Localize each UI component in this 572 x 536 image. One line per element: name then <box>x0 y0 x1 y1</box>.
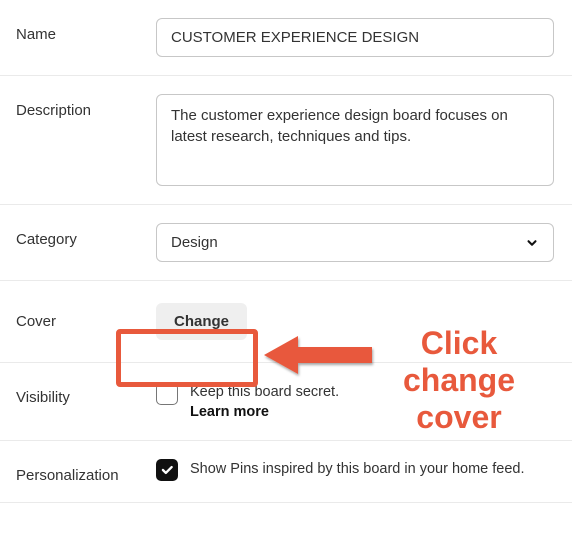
learn-more-link[interactable]: Learn more <box>190 403 339 423</box>
name-input[interactable] <box>156 18 554 57</box>
change-cover-button[interactable]: Change <box>156 303 247 340</box>
description-textarea[interactable]: The customer experience design board foc… <box>156 94 554 186</box>
personalization-label: Personalization <box>16 459 156 484</box>
visibility-text: Keep this board secret. <box>190 384 339 400</box>
name-label: Name <box>16 18 156 43</box>
description-label: Description <box>16 94 156 119</box>
cover-label: Cover <box>16 313 156 330</box>
chevron-down-icon <box>525 236 539 250</box>
row-cover: Cover Change <box>0 281 572 363</box>
row-name: Name <box>0 0 572 76</box>
visibility-label: Visibility <box>16 381 156 406</box>
row-visibility: Visibility Keep this board secret. Learn… <box>0 363 572 441</box>
personalization-checkbox[interactable] <box>156 459 178 481</box>
row-category: Category Design <box>0 205 572 281</box>
personalization-text: Show Pins inspired by this board in your… <box>190 460 525 480</box>
check-icon <box>160 463 174 477</box>
category-selected-value: Design <box>171 234 218 251</box>
category-select[interactable]: Design <box>156 223 554 262</box>
category-label: Category <box>16 223 156 248</box>
visibility-checkbox[interactable] <box>156 383 178 405</box>
row-description: Description The customer experience desi… <box>0 76 572 205</box>
row-personalization: Personalization Show Pins inspired by th… <box>0 441 572 503</box>
